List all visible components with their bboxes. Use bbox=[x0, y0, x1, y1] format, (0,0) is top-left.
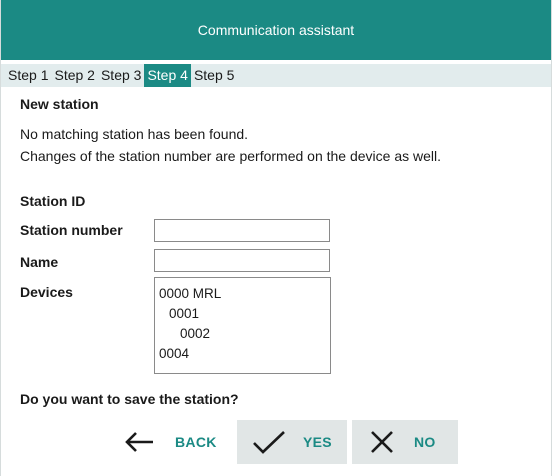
tab-step-5[interactable]: Step 5 bbox=[191, 64, 237, 87]
message-line-2: Changes of the station number are perfor… bbox=[20, 148, 442, 164]
yes-label: YES bbox=[303, 434, 332, 450]
tab-step-3[interactable]: Step 3 bbox=[98, 64, 144, 87]
list-item[interactable]: 0000 MRL bbox=[155, 284, 330, 304]
list-item[interactable]: 0002 bbox=[155, 324, 330, 344]
devices-label: Devices bbox=[20, 284, 73, 300]
title-bar: Communication assistant bbox=[1, 0, 551, 60]
window-title: Communication assistant bbox=[197, 22, 355, 38]
list-item[interactable]: 0004 bbox=[155, 344, 330, 364]
back-label: BACK bbox=[175, 434, 217, 450]
arrow-left-icon bbox=[121, 430, 157, 454]
list-item[interactable]: 0001 bbox=[155, 304, 330, 324]
step-tabs: Step 1 Step 2 Step 3 Step 4 Step 5 bbox=[1, 64, 551, 87]
no-button[interactable]: NO bbox=[352, 420, 458, 464]
back-button[interactable]: BACK bbox=[121, 420, 231, 464]
communication-assistant-window: Communication assistant Step 1 Step 2 St… bbox=[0, 0, 552, 476]
name-label: Name bbox=[20, 254, 59, 270]
tab-step-4[interactable]: Step 4 bbox=[144, 64, 191, 87]
name-input[interactable] bbox=[154, 249, 330, 272]
save-question: Do you want to save the station? bbox=[20, 391, 239, 407]
station-number-input[interactable] bbox=[154, 219, 330, 242]
no-label: NO bbox=[414, 434, 436, 450]
close-icon bbox=[370, 430, 394, 454]
tab-step-1[interactable]: Step 1 bbox=[5, 64, 51, 87]
yes-button[interactable]: YES bbox=[237, 420, 347, 464]
section-heading: New station bbox=[20, 96, 99, 112]
action-bar: BACK YES NO bbox=[1, 420, 551, 466]
station-id-heading: Station ID bbox=[20, 193, 86, 209]
message-line-1: No matching station has been found. bbox=[20, 126, 249, 142]
station-number-label: Station number bbox=[20, 222, 123, 238]
devices-list[interactable]: 0000 MRL 0001 0002 0004 bbox=[154, 277, 331, 374]
tab-step-2[interactable]: Step 2 bbox=[51, 64, 97, 87]
checkmark-icon bbox=[251, 429, 287, 455]
